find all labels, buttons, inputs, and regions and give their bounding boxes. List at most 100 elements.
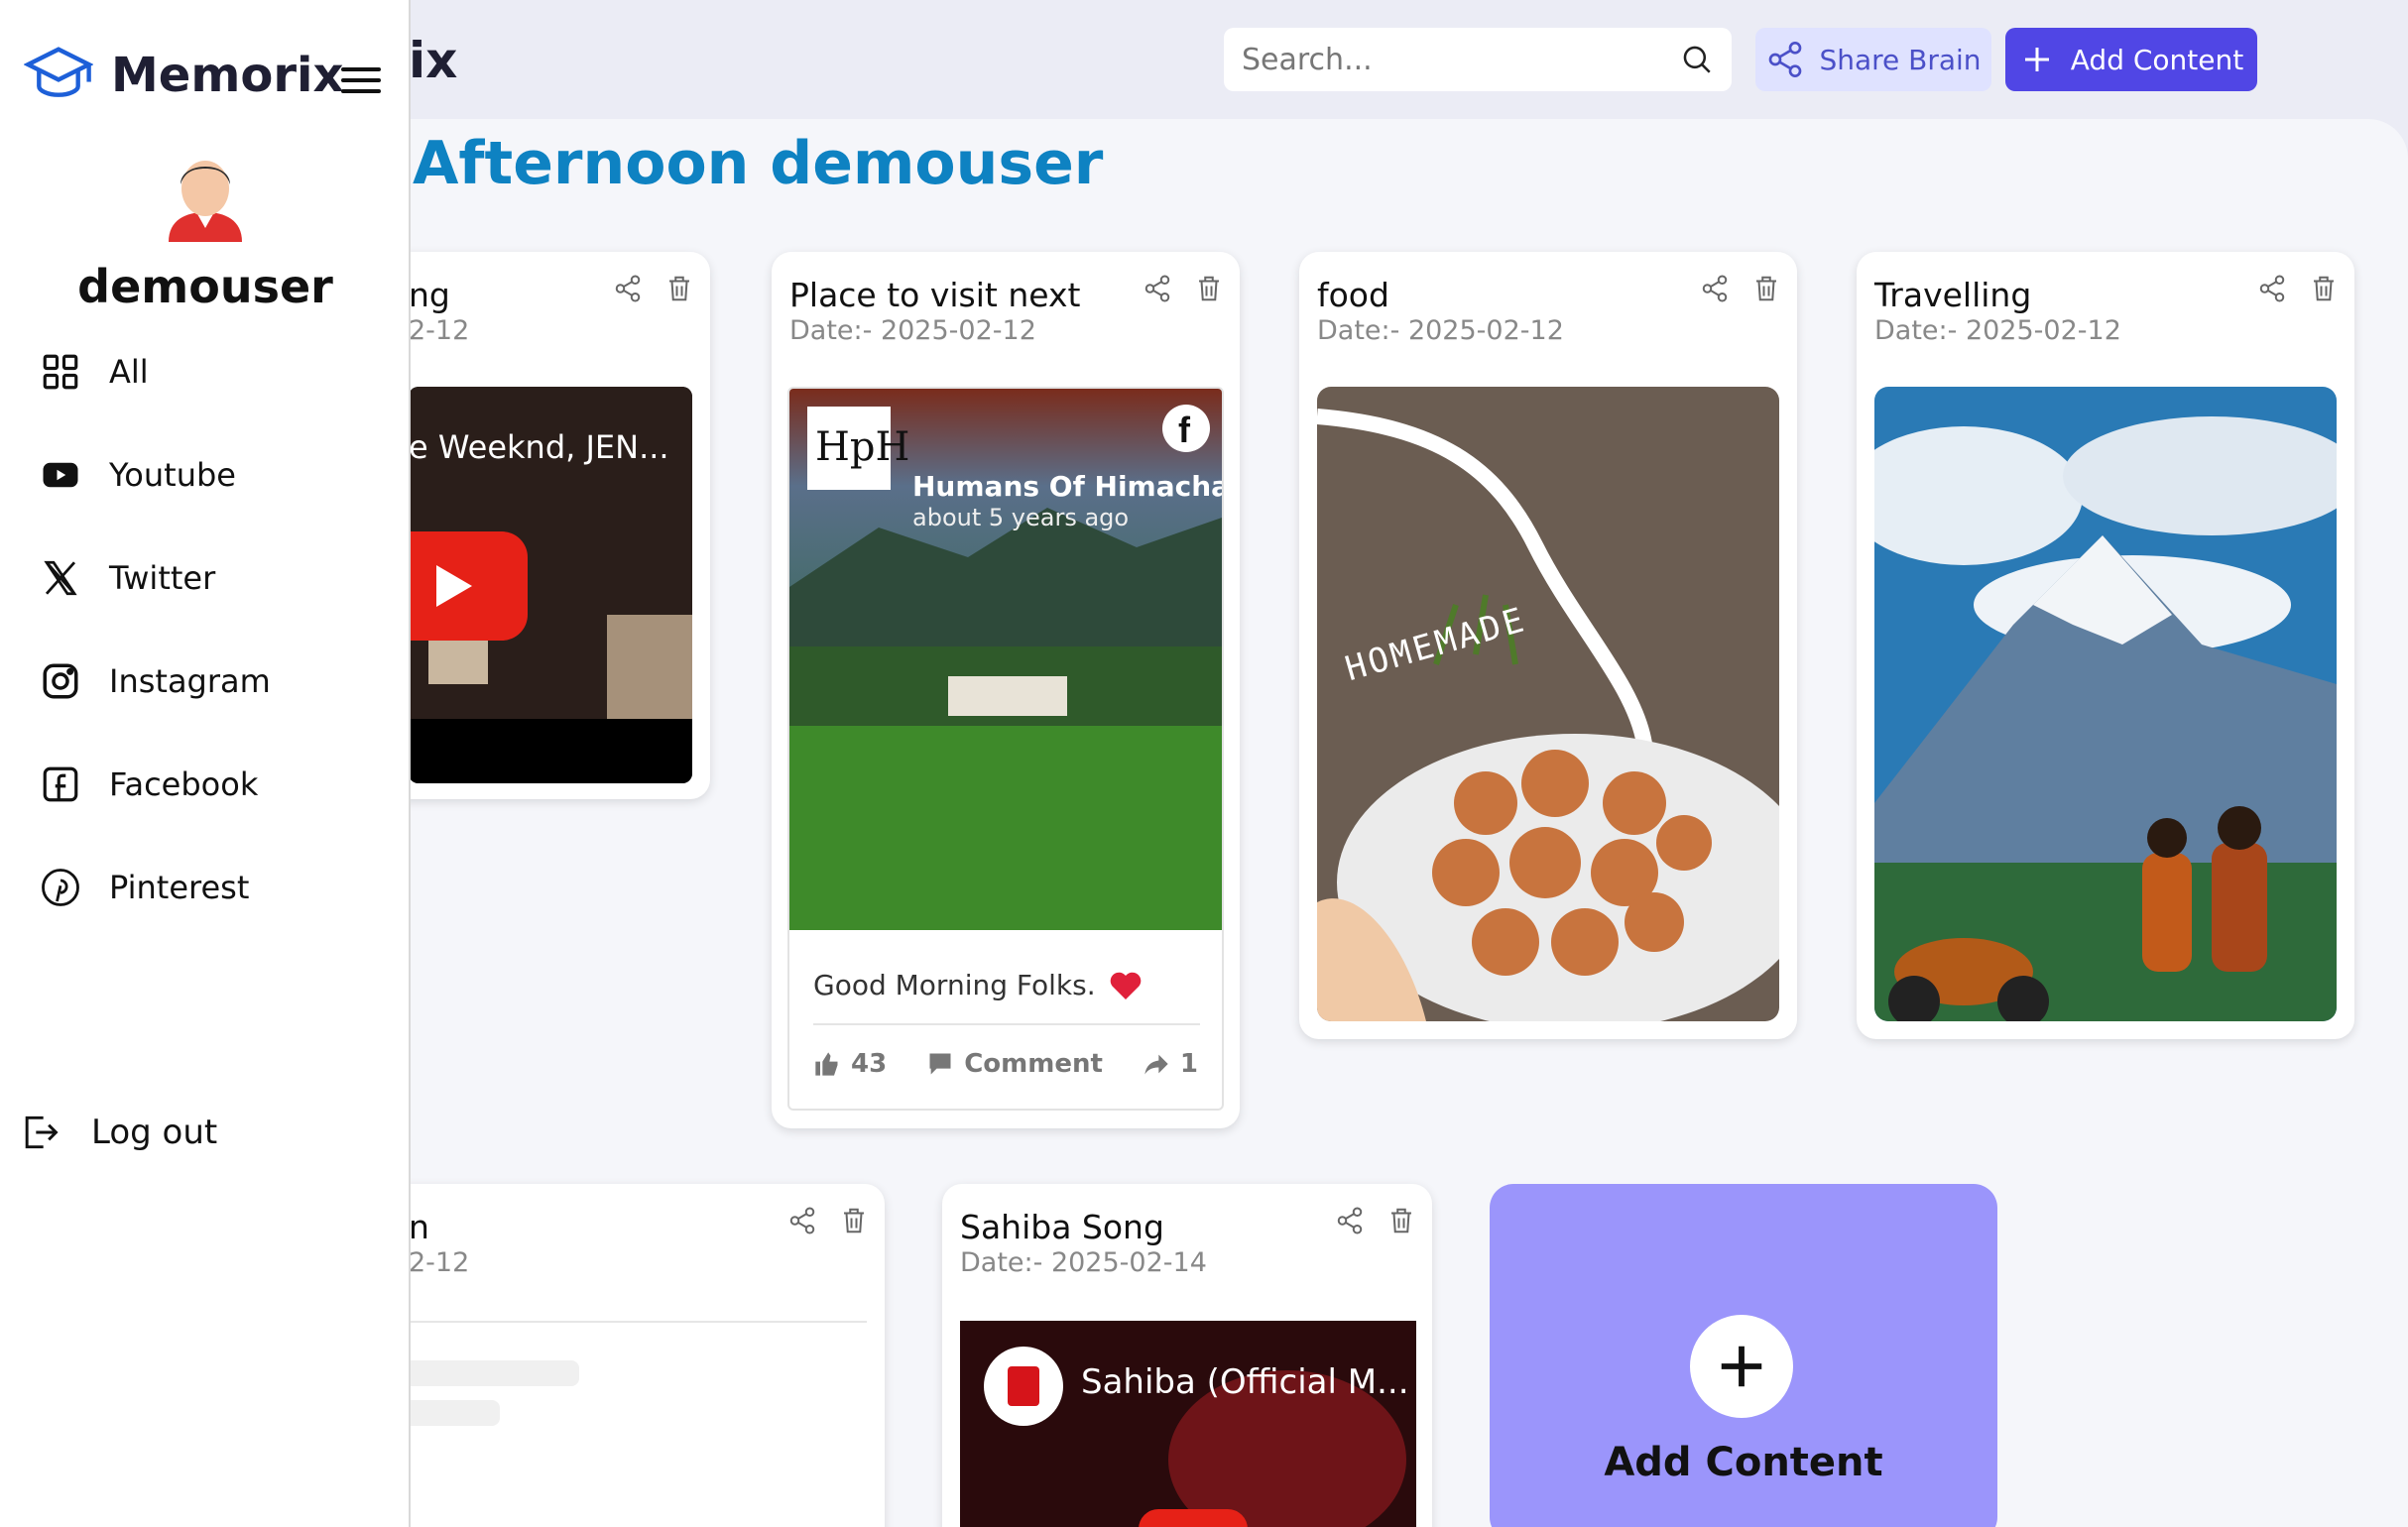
instagram-icon [43,663,78,699]
sidebar-item-label: Facebook [109,765,259,803]
youtube-icon [43,462,78,488]
hamburger-menu-icon[interactable] [341,65,381,95]
logo[interactable]: Memorix [24,44,343,107]
youtube-embed[interactable]: Sahiba (Official M... [960,1321,1416,1527]
trash-icon[interactable] [2309,274,2339,303]
trash-icon[interactable] [1751,274,1781,303]
card-date: Date:- 2025-02-14 [960,1247,1207,1278]
fb-post-time: about 5 years ago [912,504,1130,531]
food-photo [1317,387,1779,1021]
card-title: food [1317,276,1389,314]
content-card: n 2-12 [357,1184,885,1527]
sidebar-item-twitter[interactable]: Twitter [40,557,215,599]
grid-icon [43,354,78,390]
card-title: Travelling [1874,276,2032,314]
avatar [169,161,242,242]
fb-share-count: 1 [1179,1049,1198,1079]
app-title-partial: ix [409,32,458,89]
divider [813,1023,1200,1025]
app-name: Memorix [111,48,344,103]
video-title: e Weeknd, JEN... [409,428,669,466]
skeleton-line [381,1360,579,1386]
add-content-card-label: Add Content [1604,1440,1883,1485]
sidebar-item-facebook[interactable]: Facebook [40,764,258,805]
card-date: Date:- 2025-02-12 [1317,315,1564,346]
pinterest-icon [42,869,79,906]
logout-label: Log out [91,1113,218,1152]
comment-icon [929,1053,951,1075]
username: demouser [77,260,333,313]
video-thumbnail [960,1321,1416,1527]
share-icon[interactable] [1143,274,1172,303]
card-actions [1700,274,1781,303]
sidebar-item-label: Instagram [109,662,271,700]
greeting-title: Afternoon demouser [413,129,1104,198]
video-title: Sahiba (Official M... [1081,1362,1409,1402]
card-title: n [409,1208,429,1246]
share-icon[interactable] [1700,274,1730,303]
share-icon[interactable] [787,1206,817,1235]
card-date: 2-12 [409,315,470,346]
trash-icon[interactable] [664,274,694,303]
fb-share-button[interactable]: 1 [1143,1049,1198,1079]
fb-actions-row: 43 Comment 1 [813,1049,1198,1079]
sidebar: Memorix demouser All Youtube Twitter Ins… [0,0,411,1527]
card-title: Sahiba Song [960,1208,1164,1246]
travel-image[interactable] [1874,387,2337,1021]
search-input[interactable] [1242,42,1680,77]
card-actions [613,274,694,303]
content-card: food Date:- 2025-02-12 HOMEMADE [1299,252,1797,1039]
add-content-card[interactable]: Add Content [1490,1184,1997,1527]
youtube-play-icon[interactable] [409,531,528,641]
facebook-embed[interactable]: HpH f Humans Of Himachal about 5 years a… [787,387,1224,1111]
content-card: Travelling Date:- 2025-02-12 [1857,252,2354,1039]
travel-photo [1874,387,2337,1021]
svg-text:f: f [1178,410,1191,450]
card-date: 2-12 [409,1247,470,1278]
card-date: Date:- 2025-02-12 [1874,315,2121,346]
sidebar-item-label: Youtube [109,456,236,494]
content-card: Place to visit next Date:- 2025-02-12 Hp… [772,252,1240,1128]
fb-post-text: Good Morning Folks. [813,968,1096,1001]
sidebar-item-all[interactable]: All [40,351,149,393]
add-content-button[interactable]: Add Content [2005,28,2257,91]
fb-comment-label: Comment [964,1049,1103,1079]
youtube-embed[interactable]: e Weeknd, JEN... [409,387,692,783]
search-icon[interactable] [1680,43,1714,76]
fb-like-count: 43 [851,1049,888,1079]
x-twitter-icon [44,560,77,596]
share-icon[interactable] [613,274,643,303]
share-arrow-icon [1144,1054,1168,1075]
sidebar-item-pinterest[interactable]: Pinterest [40,867,249,908]
fb-page-name: Humans Of Himachal [912,470,1224,503]
share-icon[interactable] [2257,274,2287,303]
card-title: Place to visit next [789,276,1081,314]
divider [409,1321,867,1323]
card-title: ng [409,276,450,314]
food-image[interactable]: HOMEMADE [1317,387,1779,1021]
card-date: Date:- 2025-02-12 [789,315,1036,346]
sidebar-item-instagram[interactable]: Instagram [40,660,271,702]
trash-icon[interactable] [839,1206,869,1235]
logout-icon [25,1116,59,1149]
svg-text:HpH: HpH [815,424,909,470]
card-actions [1335,1206,1416,1235]
fb-comment-button[interactable]: Comment [926,1049,1103,1079]
card-actions [1143,274,1224,303]
share-brain-button[interactable]: Share Brain [1755,28,1991,91]
fb-like-button[interactable]: 43 [813,1049,887,1079]
logout-button[interactable]: Log out [18,1111,217,1154]
trash-icon[interactable] [1194,274,1224,303]
trash-icon[interactable] [1386,1206,1416,1235]
plus-icon [2024,48,2049,71]
sidebar-item-label: Pinterest [109,869,250,906]
fb-post-text-row: Good Morning Folks. [813,968,1144,1001]
search-box[interactable] [1224,28,1732,91]
sidebar-item-label: Twitter [109,559,216,597]
add-content-label: Add Content [2070,43,2244,76]
facebook-icon [43,766,78,802]
card-actions [2257,274,2339,303]
sidebar-item-youtube[interactable]: Youtube [40,454,236,496]
share-icon[interactable] [1335,1206,1365,1235]
add-circle[interactable] [1690,1315,1793,1418]
